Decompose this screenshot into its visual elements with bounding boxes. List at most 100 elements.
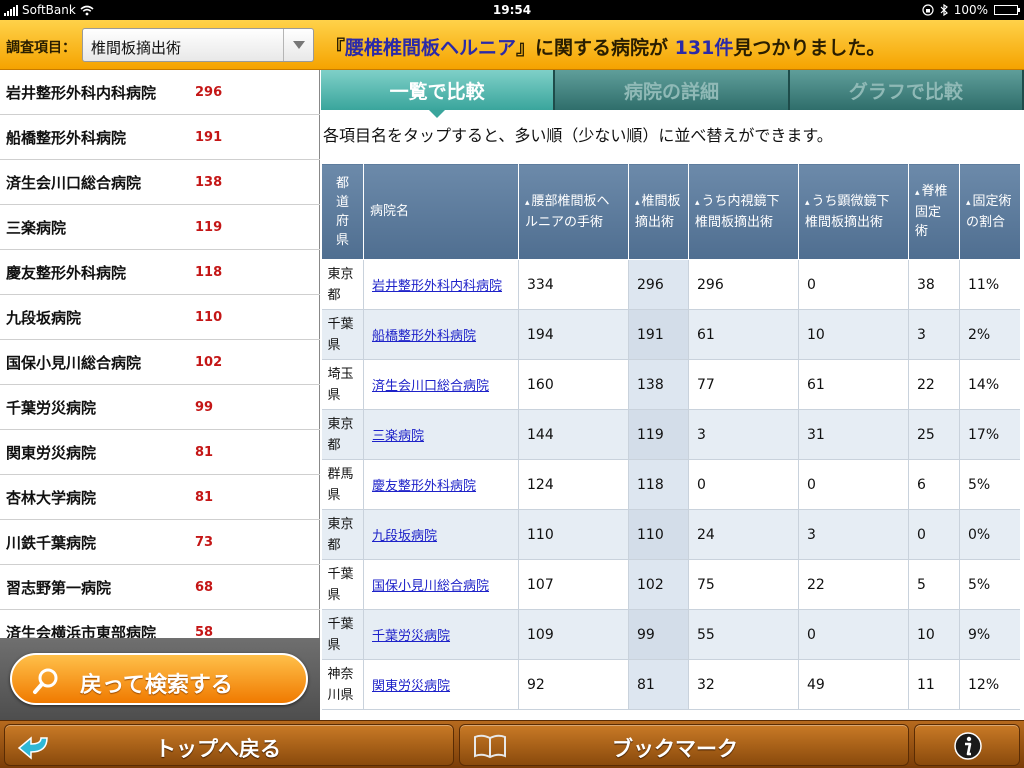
cell-micro: 10 [798,309,909,360]
list-item[interactable]: 慶友整形外科病院 118 [0,250,320,295]
list-item[interactable]: 船橋整形外科病院 191 [0,115,320,160]
hospital-link[interactable]: 船橋整形外科病院 [372,329,476,344]
table-row[interactable]: 千葉県 船橋整形外科病院 194 191 61 10 3 2% [321,309,1020,360]
cell-ratio: 5% [959,459,1020,510]
cell-fusion: 38 [908,259,960,310]
back-to-search-button[interactable]: 戻って検索する [10,653,308,705]
cell-pref: 東京都 [321,259,364,310]
cell-ratio: 11% [959,259,1020,310]
list-item[interactable]: 岩井整形外科内科病院 296 [0,70,320,115]
table-row[interactable]: 埼玉県 済生会川口総合病院 160 138 77 61 22 14% [321,359,1020,410]
col-header-endoscopic[interactable]: うち内視鏡下椎間板摘出術 [688,163,799,260]
hospital-name: 川鉄千葉病院 [6,533,97,552]
list-item[interactable]: 千葉労災病院 99 [0,385,320,430]
table-row[interactable]: 千葉県 千葉労災病院 109 99 55 0 10 9% [321,609,1020,660]
hospital-link[interactable]: 三楽病院 [372,429,424,444]
cell-pref: 東京都 [321,409,364,460]
back-to-top-button[interactable]: トップへ戻る [4,724,454,766]
condition-label: 調査項目： [6,40,76,56]
col-header-microscopic[interactable]: うち顕微鏡下椎間板摘出術 [798,163,909,260]
cell-endo: 55 [688,609,799,660]
cell-micro: 0 [798,609,909,660]
table-row[interactable]: 神奈川県 関東労災病院 92 81 32 49 11 12% [321,659,1020,710]
condition-select[interactable]: 椎間板摘出術 [82,28,314,62]
cell-name: 済生会川口総合病院 [363,359,519,410]
list-item[interactable]: 三楽病院 119 [0,205,320,250]
col-header-discectomy-label: 椎間板摘出術 [635,193,681,230]
list-item[interactable]: 済生会横浜市東部病院 58 [0,610,320,639]
hospital-list[interactable]: 岩井整形外科内科病院 296 船橋整形外科病院 191 済生会川口総合病院 138 三楽病院… [0,70,320,638]
cell-fusion: 3 [908,309,960,360]
list-item[interactable]: 習志野第一病院 68 [0,565,320,610]
cell-micro: 31 [798,409,909,460]
headline-count: 131件 [674,37,734,59]
bookmark-button[interactable]: ブックマーク [459,724,909,766]
tab-1[interactable]: 病院の詳細 [555,70,790,110]
hospital-name: 慶友整形外科病院 [6,263,127,282]
status-right: 100% [922,3,1020,17]
hospital-link[interactable]: 岩井整形外科内科病院 [372,279,502,294]
list-item[interactable]: 杏林大学病院 81 [0,475,320,520]
cell-ratio: 0% [959,509,1020,560]
col-header-fusion[interactable]: 脊椎固定術 [908,163,960,260]
hospital-link[interactable]: 九段坂病院 [372,529,437,544]
col-header-fusion-ratio[interactable]: 固定術の割合 [959,163,1020,260]
col-header-discectomy[interactable]: 椎間板摘出術 [628,163,689,260]
col-header-pref[interactable]: 都道府県 [321,163,364,260]
bookmark-label: ブックマーク [612,737,738,761]
col-header-hernia-surgery[interactable]: 腰部椎間板ヘルニアの手術 [518,163,629,260]
table-row[interactable]: 東京都 三楽病院 144 119 3 31 25 17% [321,409,1020,460]
view-tabs: 一覧で比較 病院の詳細 グラフで比較 [321,70,1024,118]
table-row[interactable]: 東京都 岩井整形外科内科病院 334 296 296 0 38 11% [321,259,1020,310]
cell-disc: 110 [628,509,689,560]
hospital-link[interactable]: 慶友整形外科病院 [372,479,476,494]
back-to-search-label: 戻って検索する [80,673,233,698]
list-item[interactable]: 川鉄千葉病院 73 [0,520,320,565]
info-button[interactable] [914,724,1020,766]
cell-fusion: 22 [908,359,960,410]
list-item[interactable]: 済生会川口総合病院 138 [0,160,320,205]
cell-micro: 49 [798,659,909,710]
hospital-link[interactable]: 国保小見川総合病院 [372,579,489,594]
cell-pref: 埼玉県 [321,359,364,410]
col-header-hernia-surgery-label: 腰部椎間板ヘルニアの手術 [525,193,610,230]
cell-micro: 0 [798,459,909,510]
cell-name: 九段坂病院 [363,509,519,560]
list-item[interactable]: 国保小見川総合病院 102 [0,340,320,385]
cell-micro: 3 [798,509,909,560]
cell-hernia: 107 [518,559,629,610]
cell-hernia: 334 [518,259,629,310]
cell-ratio: 12% [959,659,1020,710]
hospital-count: 296 [195,84,223,100]
cell-endo: 296 [688,259,799,310]
cell-name: 国保小見川総合病院 [363,559,519,610]
tab-2[interactable]: グラフで比較 [789,70,1024,110]
hospital-name: 習志野第一病院 [6,578,112,597]
table-row[interactable]: 千葉県 国保小見川総合病院 107 102 75 22 5 5% [321,559,1020,610]
battery-icon [994,5,1020,15]
comparison-table-container[interactable]: 都道府県 病院名 腰部椎間板ヘルニアの手術 椎間板摘出術 うち内視鏡下椎間板摘出… [321,163,1020,720]
col-header-endoscopic-label: うち内視鏡下椎間板摘出術 [695,193,780,230]
hospital-link[interactable]: 関東労災病院 [372,679,450,694]
table-row[interactable]: 群馬県 慶友整形外科病院 124 118 0 0 6 5% [321,459,1020,510]
hospital-count: 68 [195,579,214,595]
cell-name: 慶友整形外科病院 [363,459,519,510]
hospital-link[interactable]: 千葉労災病院 [372,629,450,644]
table-row[interactable]: 東京都 九段坂病院 110 110 24 3 0 0% [321,509,1020,560]
col-header-fusion-label: 脊椎固定術 [915,184,948,239]
col-header-fusion-ratio-label: 固定術の割合 [966,193,1012,230]
col-header-name[interactable]: 病院名 [363,163,519,260]
cell-hernia: 194 [518,309,629,360]
tab-0[interactable]: 一覧で比較 [321,70,556,118]
headline-mid: 』に関する病院が [516,37,669,59]
cell-pref: 千葉県 [321,609,364,660]
cell-fusion: 10 [908,609,960,660]
hospital-name: 岩井整形外科内科病院 [6,83,157,102]
cell-endo: 75 [688,559,799,610]
hospital-count: 110 [195,309,223,325]
status-bar: SoftBank 19:54 100% [0,0,1024,20]
hospital-link[interactable]: 済生会川口総合病院 [372,379,489,394]
list-item[interactable]: 九段坂病院 110 [0,295,320,340]
list-item[interactable]: 関東労災病院 81 [0,430,320,475]
condition-select-value: 椎間板摘出術 [91,39,182,57]
